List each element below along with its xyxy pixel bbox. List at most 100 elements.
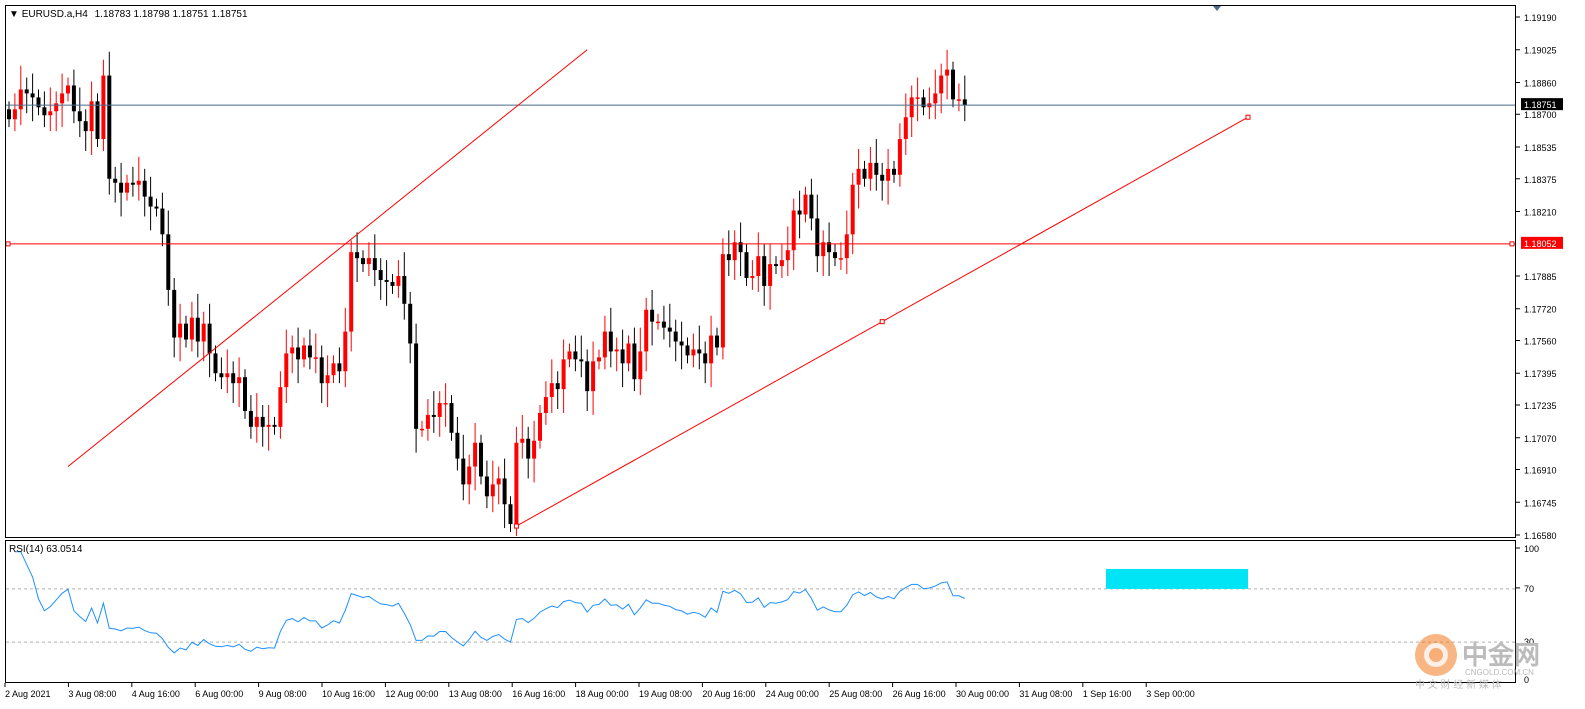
candle[interactable] xyxy=(915,77,920,122)
candle[interactable] xyxy=(231,361,236,404)
candle[interactable] xyxy=(160,192,165,247)
price-chart-panel[interactable]: ▼ EURUSD.a,H4 1.18783 1.18798 1.18751 1.… xyxy=(5,5,1516,538)
candle[interactable] xyxy=(378,258,383,300)
candle[interactable] xyxy=(484,460,489,509)
candle[interactable] xyxy=(720,238,725,360)
candle[interactable] xyxy=(756,232,761,292)
candle[interactable] xyxy=(195,293,200,358)
candle[interactable] xyxy=(355,232,360,282)
candle[interactable] xyxy=(479,434,483,485)
candle[interactable] xyxy=(266,405,271,451)
rsi-chart[interactable] xyxy=(6,541,1515,682)
candle[interactable] xyxy=(184,315,188,348)
candle[interactable] xyxy=(107,51,112,195)
candle[interactable] xyxy=(945,49,950,100)
candle[interactable] xyxy=(897,123,902,187)
candle[interactable] xyxy=(42,91,47,128)
candle[interactable] xyxy=(166,210,171,306)
candle[interactable] xyxy=(178,303,183,362)
channel-handle[interactable] xyxy=(879,319,885,325)
candle[interactable] xyxy=(774,256,778,275)
candle[interactable] xyxy=(431,391,436,433)
shift-marker-icon[interactable] xyxy=(1213,6,1221,11)
candlestick-chart[interactable] xyxy=(6,6,1515,537)
candle[interactable] xyxy=(962,75,967,122)
candle[interactable] xyxy=(738,222,743,277)
candle[interactable] xyxy=(136,156,141,201)
candle[interactable] xyxy=(325,355,330,407)
candle[interactable] xyxy=(715,327,719,356)
candle[interactable] xyxy=(956,83,961,112)
candle[interactable] xyxy=(219,357,224,390)
candle[interactable] xyxy=(850,172,855,255)
candle[interactable] xyxy=(862,160,867,187)
candle[interactable] xyxy=(30,73,35,122)
candle[interactable] xyxy=(667,303,672,348)
candle[interactable] xyxy=(113,166,118,203)
candle[interactable] xyxy=(83,109,88,151)
candle[interactable] xyxy=(933,69,938,120)
candle[interactable] xyxy=(880,162,885,201)
candle[interactable] xyxy=(243,369,247,419)
candle[interactable] xyxy=(538,405,542,449)
candle[interactable] xyxy=(467,454,472,505)
candle[interactable] xyxy=(420,420,424,437)
candle[interactable] xyxy=(591,341,596,415)
candle[interactable] xyxy=(626,335,631,372)
candle[interactable] xyxy=(254,393,259,443)
candle[interactable] xyxy=(549,359,554,413)
candle[interactable] xyxy=(248,395,253,439)
level-line-handle[interactable] xyxy=(1509,241,1515,247)
candle[interactable] xyxy=(833,244,837,267)
candle[interactable] xyxy=(414,323,419,453)
candle[interactable] xyxy=(673,319,678,362)
candle[interactable] xyxy=(237,357,242,407)
candle[interactable] xyxy=(791,198,796,271)
candle[interactable] xyxy=(573,335,578,372)
candle[interactable] xyxy=(608,307,613,368)
channel-handle[interactable] xyxy=(1245,114,1251,120)
candle[interactable] xyxy=(290,335,295,374)
candle[interactable] xyxy=(349,240,354,352)
candle[interactable] xyxy=(532,420,537,483)
candle[interactable] xyxy=(650,289,655,346)
candle[interactable] xyxy=(892,160,896,183)
candle[interactable] xyxy=(443,383,448,427)
candle[interactable] xyxy=(844,210,849,275)
channel-handle[interactable] xyxy=(513,523,519,529)
candle[interactable] xyxy=(520,414,525,459)
candle[interactable] xyxy=(602,315,607,370)
candle[interactable] xyxy=(762,244,767,306)
candle[interactable] xyxy=(172,277,177,358)
candle[interactable] xyxy=(797,190,802,239)
candle[interactable] xyxy=(408,291,413,364)
candle[interactable] xyxy=(461,434,466,501)
candle[interactable] xyxy=(815,194,820,273)
candle[interactable] xyxy=(679,321,684,370)
candle[interactable] xyxy=(402,252,407,320)
candle[interactable] xyxy=(803,186,808,223)
candle[interactable] xyxy=(614,337,619,372)
candle[interactable] xyxy=(951,61,955,108)
candle[interactable] xyxy=(868,147,873,191)
candle[interactable] xyxy=(331,355,336,384)
candle[interactable] xyxy=(921,89,926,116)
candle[interactable] xyxy=(838,242,843,271)
candle[interactable] xyxy=(284,329,289,404)
candle[interactable] xyxy=(750,260,755,290)
candle[interactable] xyxy=(514,426,519,536)
candle[interactable] xyxy=(732,230,737,280)
candle[interactable] xyxy=(366,242,371,277)
candle[interactable] xyxy=(296,327,301,384)
candle[interactable] xyxy=(437,391,442,437)
candle[interactable] xyxy=(343,307,348,388)
candle[interactable] xyxy=(939,63,944,114)
level-line-handle[interactable] xyxy=(6,241,11,247)
candle[interactable] xyxy=(886,148,891,205)
candle[interactable] xyxy=(319,345,324,404)
candle[interactable] xyxy=(638,327,643,396)
candle[interactable] xyxy=(260,405,265,447)
candle[interactable] xyxy=(726,230,731,277)
candle[interactable] xyxy=(125,174,129,201)
candle[interactable] xyxy=(579,335,584,378)
